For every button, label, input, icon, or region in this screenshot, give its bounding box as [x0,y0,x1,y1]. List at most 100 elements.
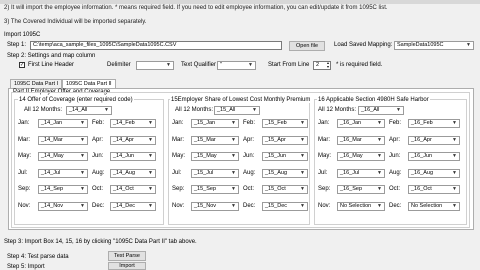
group-14-month-select-left-5-value: _14_Nov [41,203,64,209]
group-15-month-select-left-0[interactable]: _15_Jan ▼ [191,119,239,128]
group-14-month-label-right-0: Feb: [92,120,105,126]
group-15-month-select-left-3-value: _15_Jul [194,170,214,176]
group-14-month-select-right-0[interactable]: _14_Feb ▼ [110,119,156,128]
group-16-month-select-left-1[interactable]: _16_Mar ▼ [337,136,385,145]
group-14-month-select-right-3-value: _14_Aug [113,170,136,176]
group-14-month-select-left-1-value: _14_Mar [41,137,63,143]
group-16-month-label-right-4: Oct: [389,186,401,192]
group-15-month-select-right-0[interactable]: _15_Feb ▼ [262,119,308,128]
group-16-month-label-right-1: Apr: [389,137,401,143]
group-14-month-select-right-0-value: _14_Feb [113,120,135,126]
group-14-month-select-left-2[interactable]: _14_May ▼ [38,152,88,161]
chevron-down-icon: ▼ [300,170,305,176]
group-15-month-select-left-3[interactable]: _15_Jul ▼ [191,169,239,178]
chevron-down-icon: ▼ [148,186,153,192]
group-15-month-select-right-1[interactable]: _15_Apr ▼ [262,136,308,145]
group-16-month-select-right-0[interactable]: _16_Feb ▼ [408,119,460,128]
chevron-down-icon: ▼ [231,186,236,192]
text-qualifier-label: Text Qualifier [181,62,217,68]
group-16-month-select-right-2[interactable]: _16_Jun ▼ [408,152,460,161]
group-16-month-select-right-5[interactable]: No Selection ▼ [408,202,460,211]
group-14-month-select-right-2[interactable]: _14_Jun ▼ [110,152,156,161]
text-qualifier-select[interactable]: " ▼ [217,61,256,70]
chevron-down-icon: ▼ [80,203,85,209]
group-14-month-select-right-5[interactable]: _14_Dec ▼ [110,202,156,211]
group-15-month-select-right-2[interactable]: _15_Jun ▼ [262,152,308,161]
chevron-down-icon: ▼ [148,170,153,176]
group-14-month-select-right-1[interactable]: _14_Apr ▼ [110,136,156,145]
group-15-month-label-right-5: Dec: [243,203,256,209]
chevron-down-icon: ▼ [396,107,401,113]
delimiter-select[interactable]: ▼ [136,61,174,70]
chevron-down-icon: ▼ [452,120,457,126]
top-strip [0,0,480,4]
group-14-month-select-left-1[interactable]: _14_Mar ▼ [38,136,88,145]
group-16-month-select-right-1[interactable]: _16_Apr ▼ [408,136,460,145]
chevron-down-icon: ▼ [80,120,85,126]
group-14-month-select-left-3[interactable]: _14_Jul ▼ [38,169,88,178]
group-16-month-select-left-2[interactable]: _16_May ▼ [337,152,385,161]
chevron-down-icon: ▼ [166,62,171,68]
info-line-3: 3) The Covered Individual will be import… [4,19,147,25]
group-15-month-select-left-0-value: _15_Jan [194,120,216,126]
step3-text: Step 3: Import Box 14, 15, 16 by clickin… [4,239,197,245]
group-16-month-select-left-3[interactable]: _16_Jul ▼ [337,169,385,178]
group-15-month-select-left-1[interactable]: _15_Mar ▼ [191,136,239,145]
chevron-down-icon: ▼ [466,42,471,48]
tab-1095c-part1[interactable]: 1095C Data Part I [10,79,63,88]
group-16-month-select-left-1-value: _16_Mar [340,137,362,143]
group-16-month-select-left-5-value: No Selection [340,203,372,209]
first-line-header-checkbox[interactable]: ✓ [19,62,25,68]
group-15-month-select-right-3-value: _15_Aug [265,170,288,176]
group-16-month-select-left-2-value: _16_May [340,153,363,159]
step4-label: Step 4: Test parse data [7,254,69,260]
group-15-month-select-right-4[interactable]: _15_Oct ▼ [262,185,308,194]
group-14-month-select-left-5[interactable]: _14_Nov ▼ [38,202,88,211]
group-15-all12-select[interactable]: _15_All ▼ [214,106,260,115]
group-15-month-select-right-3[interactable]: _15_Aug ▼ [262,169,308,178]
group-15-month-select-right-2-value: _15_Jun [265,153,287,159]
group-16-month-select-left-5[interactable]: No Selection ▼ [337,202,385,211]
group-15-month-select-left-2[interactable]: _15_May ▼ [191,152,239,161]
group-15-title: 15Employer Share of Lowest Cost Monthly … [170,97,312,103]
chevron-down-icon: ▼ [300,153,305,159]
start-from-line-spinner[interactable]: 2 ▴ ▾ [313,61,331,70]
group-14-month-label-left-5: Nov: [18,203,31,209]
group-14-month-select-left-0[interactable]: _14_Jan ▼ [38,119,88,128]
group-16-all12-select[interactable]: _16_All ▼ [358,106,404,115]
group-15-month-label-right-3: Aug: [243,170,256,176]
group-14-month-select-right-3[interactable]: _14_Aug ▼ [110,169,156,178]
chevron-down-icon: ▼ [452,170,457,176]
group-16-month-select-right-3[interactable]: _16_Aug ▼ [408,169,460,178]
group-14-month-select-left-4[interactable]: _14_Sep ▼ [38,185,88,194]
group-14-month-select-right-4-value: _14_Oct [113,186,134,192]
chevron-down-icon: ▼ [300,120,305,126]
mapping-select[interactable]: SampleData1095C ▼ [394,41,474,50]
group-14-month-select-right-4[interactable]: _14_Oct ▼ [110,185,156,194]
group-14-month-select-left-4-value: _14_Sep [41,186,64,192]
group-15-month-select-left-5[interactable]: _15_Nov ▼ [191,202,239,211]
group-14-month-label-left-1: Mar: [18,137,30,143]
chevron-down-icon: ▼ [231,137,236,143]
group-16-month-select-left-4[interactable]: _16_Sep ▼ [337,185,385,194]
file-path-input[interactable]: C:\temp\aca_sample_files_1095C\SampleDat… [30,41,282,50]
chevron-down-icon: ▼ [452,137,457,143]
group-15-month-select-left-4[interactable]: _15_Sep ▼ [191,185,239,194]
import-button[interactable]: Import [108,262,146,270]
mapping-value: SampleData1095C [397,42,444,48]
group-16-month-select-right-5-value: No Selection [411,203,443,209]
chevron-down-icon: ▼ [452,203,457,209]
group-16-month-select-left-0[interactable]: _16_Jan ▼ [337,119,385,128]
chevron-down-icon: ▼ [300,203,305,209]
chevron-down-icon: ▼ [252,107,257,113]
spinner-arrows-icon[interactable]: ▴ ▾ [327,62,329,69]
test-parse-button[interactable]: Test Parse [108,251,146,261]
group-15-month-select-left-4-value: _15_Sep [194,186,217,192]
group-15-month-select-right-5[interactable]: _15_Dec ▼ [262,202,308,211]
group-14-month-select-left-2-value: _14_May [41,153,64,159]
group-16-month-select-right-4[interactable]: _16_Oct ▼ [408,185,460,194]
chevron-down-icon: ▼ [80,186,85,192]
open-file-button[interactable]: Open file [289,41,325,51]
group-14-month-label-left-4: Sep: [18,186,31,192]
group-14-all12-select[interactable]: _14_All ▼ [66,106,112,115]
